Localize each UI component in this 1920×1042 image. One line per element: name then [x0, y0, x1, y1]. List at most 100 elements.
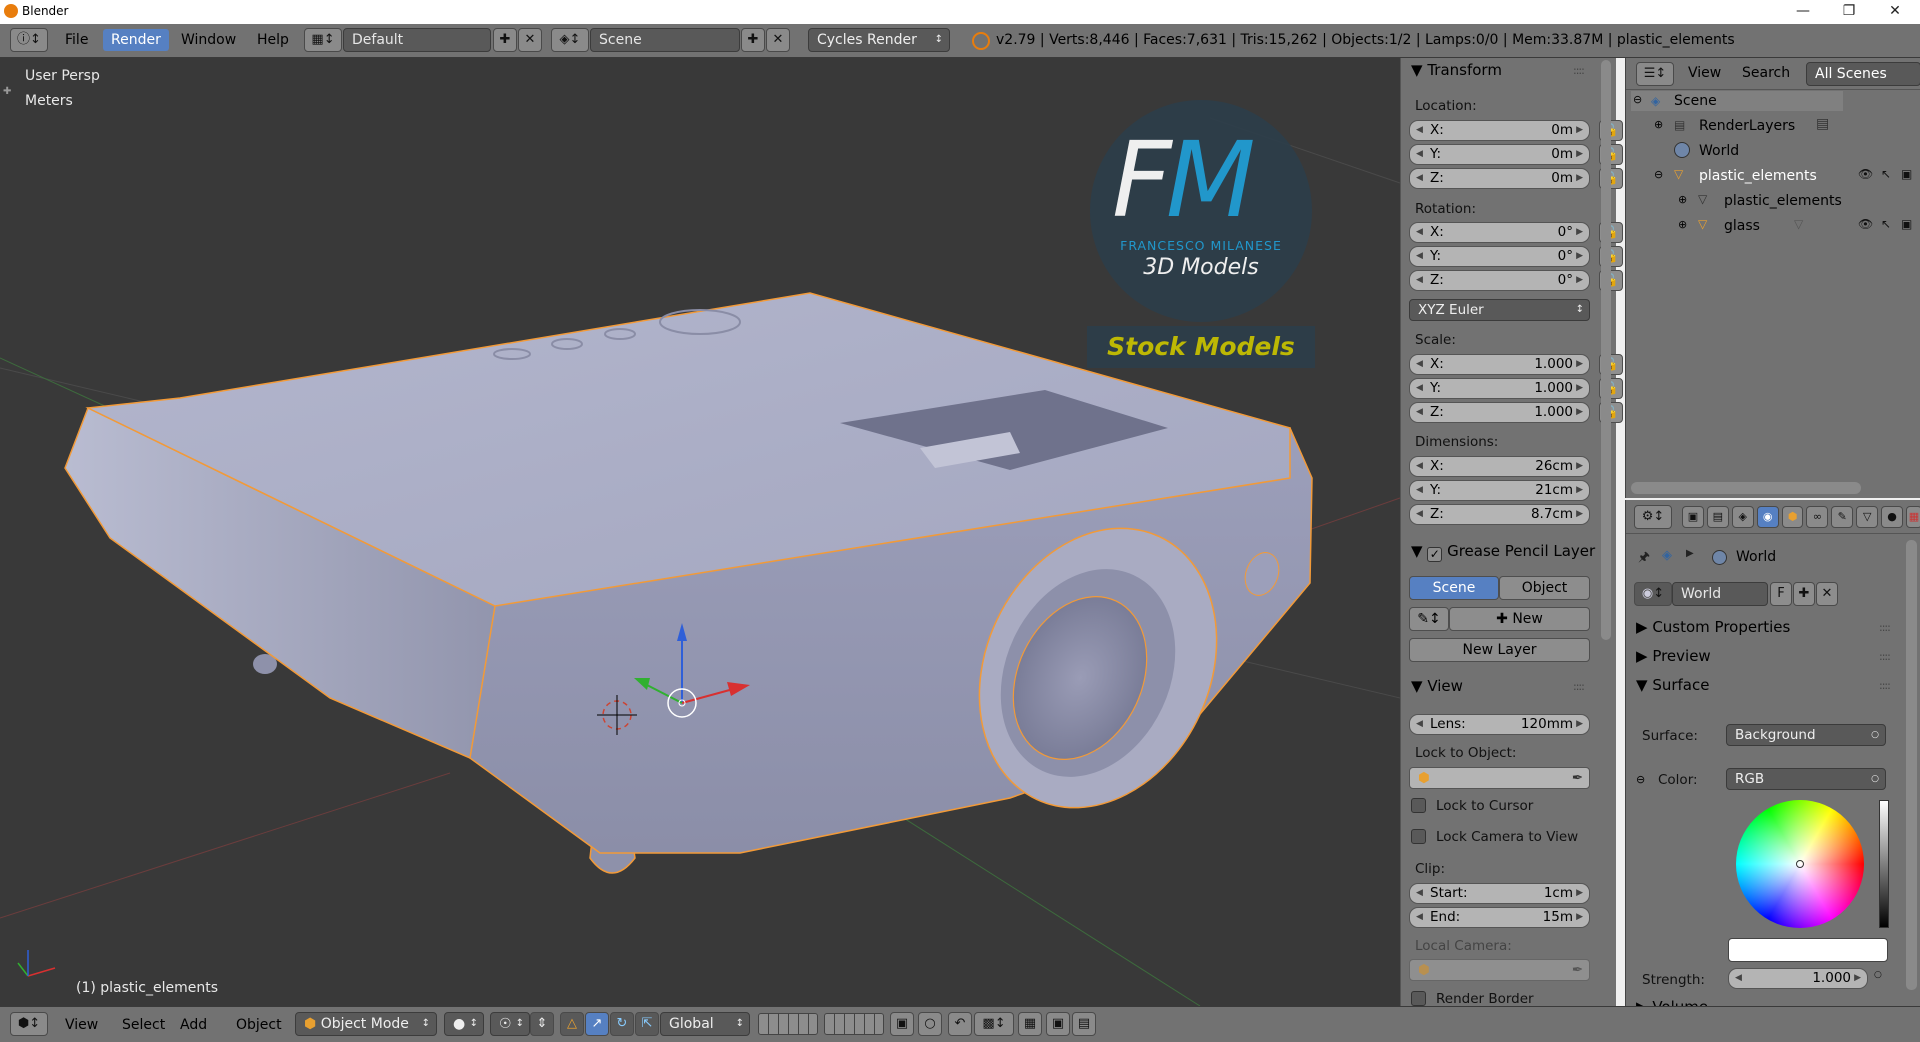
scale-x-field[interactable]: ◀ X: 1.000 ▶ — [1409, 354, 1590, 375]
menu-select[interactable]: Select — [122, 1017, 165, 1033]
rotation-x-field[interactable]: ◀ X: 0° ▶ — [1409, 222, 1590, 243]
lock-object-field[interactable]: ⬢ ✒ — [1409, 767, 1590, 789]
view-panel-header[interactable]: ▼ View — [1411, 675, 1463, 697]
maximize-icon[interactable]: ❐ — [1826, 0, 1872, 24]
lens-field[interactable]: ◀ Lens: 120mm ▶ — [1409, 714, 1590, 735]
color-swatch[interactable] — [1728, 938, 1888, 962]
manipulator-center-icon[interactable]: ⇕ — [530, 1012, 554, 1036]
location-z-field[interactable]: ◀ Z: 0m ▶ — [1409, 168, 1590, 189]
rotation-z-field[interactable]: ◀ Z: 0° ▶ — [1409, 270, 1590, 291]
scene-selector-icon[interactable]: ◈↕ — [551, 28, 589, 52]
location-y-field[interactable]: ◀ Y: 0m ▶ — [1409, 144, 1590, 165]
lock-to-cursor-checkbox[interactable] — [1411, 798, 1426, 813]
editor-type-info-icon[interactable]: ⓘ↕ — [10, 28, 48, 52]
surface-header[interactable]: ▼ Surface — [1636, 674, 1709, 696]
scene-layers-grid[interactable] — [758, 1013, 818, 1035]
scene-tab-icon[interactable]: ◈ — [1731, 506, 1754, 528]
outliner-menu-view[interactable]: View — [1688, 65, 1721, 81]
panel-scrollbar[interactable] — [1601, 60, 1611, 640]
dimension-z-field[interactable]: ◀ Z: 8.7cm ▶ — [1409, 504, 1590, 525]
selectable-arrow-icon[interactable]: ↖ — [1881, 217, 1891, 231]
preview-header[interactable]: ▶ Preview — [1636, 645, 1711, 667]
surface-shader-select[interactable]: Background ○ — [1726, 724, 1886, 746]
color-wheel-cursor[interactable] — [1796, 860, 1804, 868]
location-x-field[interactable]: ◀ X: 0m ▶ — [1409, 120, 1590, 141]
object-tab-icon[interactable]: ⬢ — [1781, 506, 1804, 528]
eyedropper-icon[interactable]: ✒ — [1572, 768, 1583, 788]
outliner-editor-icon[interactable]: ☰↕ — [1636, 62, 1674, 86]
grease-new-button[interactable]: ✚ New — [1449, 607, 1590, 631]
render-tab-icon[interactable]: ▣ — [1682, 506, 1704, 528]
rotate-manipulator-icon[interactable]: ↻ — [610, 1012, 634, 1036]
editor-type-3d-view-icon[interactable]: ⬢↕ — [10, 1012, 48, 1036]
outliner-item-world[interactable]: World — [1699, 143, 1739, 159]
screen-layout-icon[interactable]: ▦↕ — [304, 28, 342, 52]
tab-scene[interactable]: Scene — [1409, 576, 1499, 600]
fake-user-button[interactable]: F — [1770, 582, 1792, 606]
snap-element-icon[interactable]: ▩↕ — [974, 1012, 1014, 1036]
visibility-eye-icon[interactable]: 👁 — [1858, 217, 1873, 231]
custom-properties-header[interactable]: ▶ Custom Properties — [1636, 616, 1790, 638]
outliner-scrollbar[interactable] — [1631, 482, 1861, 494]
drag-handle-icon[interactable]: :::: — [1573, 680, 1585, 693]
collapse-icon[interactable]: ⊖ — [1636, 773, 1645, 786]
unlink-world-icon[interactable]: ✕ — [1816, 582, 1838, 606]
translate-manipulator-icon[interactable]: ↗ — [585, 1012, 609, 1036]
value-slider[interactable] — [1879, 800, 1889, 928]
transform-orientation-select[interactable]: Global ↕ — [660, 1012, 750, 1036]
local-camera-field[interactable]: ⬢ ✒ — [1409, 959, 1590, 981]
properties-scrollbar[interactable] — [1906, 540, 1917, 990]
menu-render[interactable]: Render — [103, 29, 169, 51]
add-world-icon[interactable]: ✚ — [1793, 582, 1815, 606]
scale-y-field[interactable]: ◀ Y: 1.000 ▶ — [1409, 378, 1590, 399]
eyedropper-icon[interactable]: ✒ — [1572, 960, 1583, 980]
node-socket-icon[interactable]: ○ — [1874, 970, 1882, 980]
world-name-field[interactable]: World — [1672, 582, 1768, 606]
outliner-item-renderlayers[interactable]: RenderLayers — [1699, 118, 1795, 134]
new-layer-button[interactable]: New Layer — [1409, 638, 1590, 662]
remove-layout-icon[interactable]: ✕ — [518, 28, 542, 52]
mode-select[interactable]: ⬢ Object Mode ↕ — [295, 1012, 437, 1036]
scene-field[interactable]: Scene — [590, 28, 740, 52]
world-tab-icon[interactable]: ◉ — [1756, 506, 1779, 528]
clip-end-field[interactable]: ◀ End: 15m ▶ — [1409, 907, 1590, 928]
onion-skin-icon[interactable]: ▦ — [1018, 1012, 1042, 1036]
texture-tab-icon[interactable]: ▦ — [1906, 506, 1920, 528]
dimension-x-field[interactable]: ◀ X: 26cm ▶ — [1409, 456, 1590, 477]
expand-icon[interactable]: ⊕ — [1678, 218, 1687, 231]
3d-viewport[interactable]: User Persp Meters ✚ (1) plastic_elements… — [0, 58, 1400, 1006]
color-wheel[interactable] — [1736, 800, 1864, 928]
minimize-icon[interactable]: — — [1780, 0, 1826, 24]
collapse-icon[interactable]: ⊖ — [1654, 168, 1663, 181]
world-browse-icon[interactable]: ◉↕ — [1634, 582, 1672, 606]
clip-start-field[interactable]: ◀ Start: 1cm ▶ — [1409, 883, 1590, 904]
close-icon[interactable]: ✕ — [1872, 0, 1918, 24]
outliner-item-scene[interactable]: Scene — [1674, 93, 1717, 109]
scale-manipulator-icon[interactable]: ⇱ — [635, 1012, 659, 1036]
drag-handle-icon[interactable]: :::: — [1879, 621, 1891, 634]
layout-field[interactable]: Default — [343, 28, 491, 52]
tab-object[interactable]: Object — [1499, 576, 1590, 600]
menu-window[interactable]: Window — [178, 32, 239, 48]
modifiers-tab-icon[interactable]: ✎ — [1831, 506, 1854, 528]
remove-scene-icon[interactable]: ✕ — [766, 28, 790, 52]
menu-file[interactable]: File — [62, 32, 91, 48]
render-camera-icon[interactable]: ▣ — [1901, 217, 1912, 231]
material-tab-icon[interactable]: ● — [1881, 506, 1904, 528]
color-input-select[interactable]: RGB ○ — [1726, 768, 1886, 790]
tool-shelf-toggle-icon[interactable]: ✚ — [3, 86, 11, 97]
add-layout-icon[interactable]: ✚ — [493, 28, 517, 52]
dimension-y-field[interactable]: ◀ Y: 21cm ▶ — [1409, 480, 1590, 501]
menu-help[interactable]: Help — [254, 32, 292, 48]
pin-icon[interactable]: 🖈 — [1638, 548, 1650, 570]
selectable-arrow-icon[interactable]: ↖ — [1881, 167, 1891, 181]
render-camera-icon[interactable]: ▣ — [1901, 167, 1912, 181]
snap-toggle-icon[interactable]: ↶ — [948, 1012, 972, 1036]
grease-pencil-checkbox[interactable]: ✓ — [1427, 547, 1443, 562]
drag-handle-icon[interactable]: :::: — [1879, 679, 1891, 692]
lock-layers-icon[interactable]: ▣ — [890, 1012, 914, 1036]
drag-handle-icon[interactable]: :::: — [1573, 64, 1585, 77]
outliner-display-select[interactable]: All Scenes — [1806, 62, 1920, 86]
scene-layers-grid[interactable] — [824, 1013, 884, 1035]
lock-camera-checkbox[interactable] — [1411, 829, 1426, 844]
